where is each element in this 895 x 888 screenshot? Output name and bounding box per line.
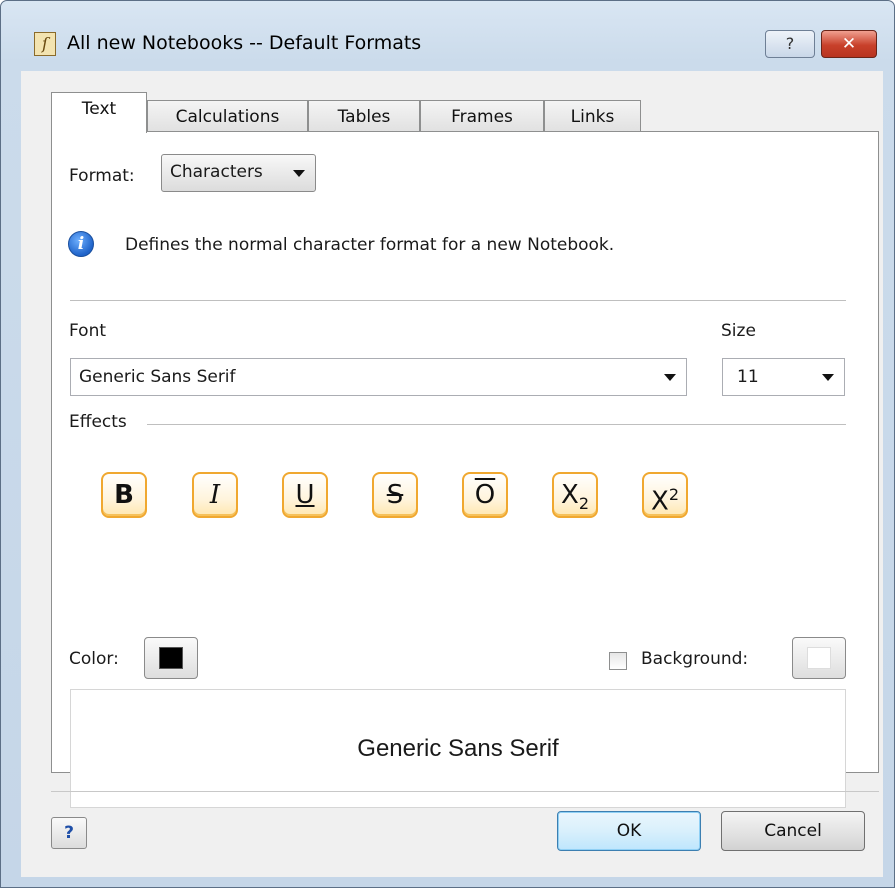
background-picker-button[interactable]	[792, 637, 846, 679]
context-help-button[interactable]: ?	[51, 817, 87, 849]
superscript-glyph: X	[651, 486, 669, 517]
tab-calculations[interactable]: Calculations	[147, 100, 308, 133]
format-dropdown[interactable]: Characters	[161, 154, 316, 192]
font-preview-text: Generic Sans Serif	[357, 735, 559, 762]
text-tab-panel: Format: Characters i Defines the normal …	[51, 131, 879, 808]
italic-button[interactable]: I	[192, 472, 238, 518]
size-dropdown-value: 11	[737, 367, 759, 387]
font-dropdown-value: Generic Sans Serif	[79, 367, 236, 387]
color-picker-button[interactable]	[144, 637, 198, 679]
size-label: Size	[721, 321, 756, 341]
strikethrough-button[interactable]: S	[372, 472, 418, 518]
size-dropdown[interactable]: 11	[722, 358, 845, 396]
color-label: Color:	[69, 649, 119, 669]
font-label: Font	[69, 321, 107, 341]
dialog-window: ſ All new Notebooks -- Default Formats ?…	[0, 0, 895, 888]
close-button[interactable]: ✕	[821, 30, 877, 58]
effects-divider	[147, 424, 846, 425]
title-help-button[interactable]: ?	[765, 30, 815, 58]
color-swatch	[159, 647, 183, 669]
effects-label: Effects	[69, 412, 127, 432]
subscript-index: 2	[578, 494, 589, 514]
background-swatch	[807, 647, 831, 669]
underline-button[interactable]: U	[282, 472, 328, 518]
superscript-button[interactable]: X2	[642, 472, 688, 518]
strikethrough-glyph: S	[386, 480, 404, 510]
ok-button[interactable]: OK	[557, 811, 701, 851]
subscript-button[interactable]: X2	[552, 472, 598, 518]
tab-frames[interactable]: Frames	[420, 100, 544, 133]
chevron-down-icon	[293, 170, 305, 177]
underline-glyph: U	[295, 480, 315, 510]
superscript-index: 2	[668, 485, 679, 504]
info-icon: i	[68, 231, 94, 257]
tab-links[interactable]: Links	[544, 100, 641, 133]
chevron-down-icon	[664, 374, 676, 381]
background-checkbox[interactable]	[609, 652, 627, 670]
title-bar: ſ All new Notebooks -- Default Formats ?…	[1, 1, 894, 63]
font-dropdown[interactable]: Generic Sans Serif	[70, 358, 687, 396]
background-label: Background:	[641, 649, 749, 669]
format-dropdown-value: Characters	[170, 162, 263, 182]
cancel-button[interactable]: Cancel	[721, 811, 865, 851]
overline-glyph: O	[474, 480, 496, 510]
context-help-icon: ?	[64, 823, 74, 843]
info-text: Defines the normal character format for …	[125, 235, 615, 255]
tab-tables[interactable]: Tables	[308, 100, 420, 133]
tab-text[interactable]: Text	[51, 92, 147, 133]
window-title: All new Notebooks -- Default Formats	[67, 32, 422, 54]
subscript-glyph: X	[561, 480, 579, 510]
bold-button[interactable]: B	[101, 472, 147, 518]
format-label: Format:	[69, 166, 135, 186]
divider	[70, 300, 846, 301]
footer-divider	[51, 791, 879, 792]
overline-button[interactable]: O	[462, 472, 508, 518]
notebook-icon: ſ	[34, 32, 56, 56]
dialog-client-area: Text Calculations Tables Frames Links Fo…	[21, 71, 883, 877]
chevron-down-icon	[822, 374, 834, 381]
